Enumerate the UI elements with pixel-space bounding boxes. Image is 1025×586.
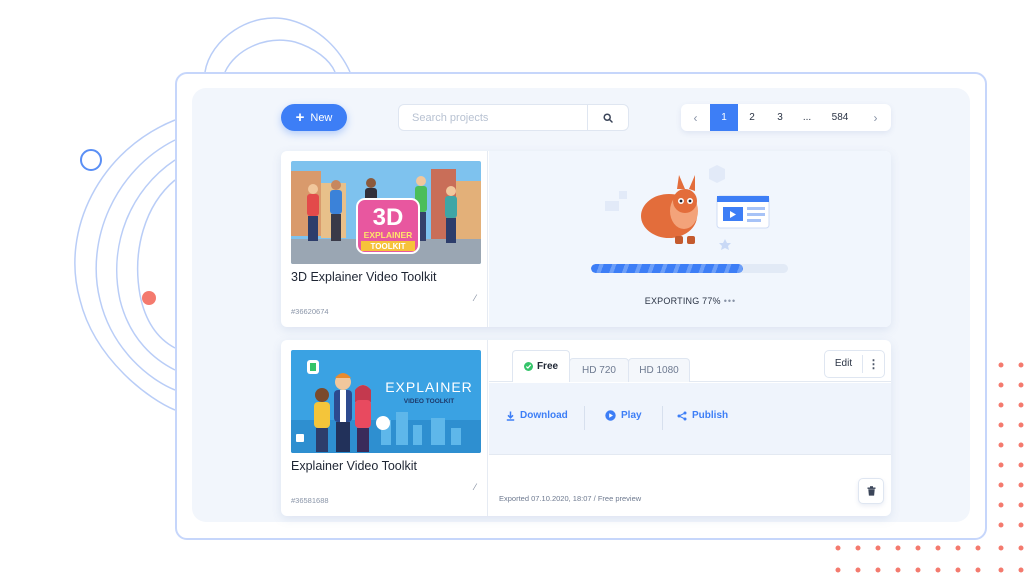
- download-icon: [506, 411, 515, 421]
- export-progress-fill: [591, 264, 743, 273]
- thumbnail-toolkit-text: TOOLKIT: [371, 242, 406, 251]
- export-status-area: EXPORTING 77% •••: [489, 151, 891, 327]
- pagination: ‹ 1 2 3 ... 584 ›: [681, 104, 891, 131]
- page-ellipsis: ...: [802, 112, 812, 123]
- share-icon: [677, 411, 687, 420]
- search-box: [398, 104, 629, 131]
- quality-tabs: Free HD 720 HD 1080 Edit ⋮: [489, 340, 891, 382]
- publish-button[interactable]: Publish: [677, 410, 728, 421]
- new-button-label: New: [310, 111, 333, 124]
- page-button-3[interactable]: 3: [766, 104, 794, 131]
- export-status-text: EXPORTING 77% •••: [489, 296, 891, 306]
- pencil-icon[interactable]: ⁄: [474, 293, 476, 303]
- chevron-left-icon: ‹: [693, 110, 698, 125]
- project-card: 3D EXPLAINER TOOLKIT 3D Explainer Video …: [281, 151, 891, 327]
- pencil-icon[interactable]: ⁄: [474, 482, 476, 492]
- download-button[interactable]: Download: [506, 410, 568, 421]
- project-thumbnail[interactable]: EXPLAINER VIDEO TOOLKIT: [291, 350, 481, 453]
- tab-free-label: Free: [536, 361, 559, 372]
- project-card: EXPLAINER VIDEO TOOLKIT Explainer Video …: [281, 340, 891, 516]
- search-button[interactable]: [587, 105, 628, 130]
- play-icon: [605, 410, 616, 421]
- download-label: Download: [520, 410, 568, 421]
- publish-label: Publish: [692, 410, 729, 421]
- loading-dots-icon: •••: [723, 296, 737, 306]
- new-project-button[interactable]: + New: [281, 104, 347, 131]
- more-vertical-icon[interactable]: ⋮: [863, 358, 884, 370]
- plus-icon: +: [295, 108, 305, 126]
- divider: [662, 406, 663, 430]
- project-title[interactable]: Explainer Video Toolkit: [291, 459, 417, 473]
- exporting-illustration: [605, 165, 770, 250]
- edit-button[interactable]: Edit: [825, 355, 863, 373]
- prev-page-button[interactable]: ‹: [681, 104, 710, 131]
- export-status-label: EXPORTING 77%: [644, 296, 721, 306]
- thumbnail-video-toolkit-text: VIDEO TOOLKIT: [404, 398, 454, 405]
- tab-free[interactable]: Free: [512, 350, 570, 382]
- trash-icon: [867, 486, 875, 496]
- thumbnail-3d-text: 3D: [373, 204, 404, 231]
- project-title[interactable]: 3D Explainer Video Toolkit: [291, 270, 436, 284]
- chevron-right-icon: ›: [873, 110, 878, 125]
- search-input[interactable]: [399, 105, 588, 130]
- export-progress-bar: [591, 264, 788, 273]
- play-label: Play: [621, 410, 642, 421]
- next-page-button[interactable]: ›: [860, 104, 891, 131]
- thumbnail-explainer-text: EXPLAINER: [385, 379, 473, 395]
- export-options-area: Free HD 720 HD 1080 Edit ⋮ Download Play…: [489, 340, 891, 516]
- action-bar: Download Play Publish: [489, 383, 891, 455]
- page-button-584[interactable]: 584: [820, 104, 860, 131]
- tab-hd-720[interactable]: HD 720: [569, 358, 629, 382]
- exported-info: Exported 07.10.2020, 18:07 / Free previe…: [499, 494, 642, 503]
- project-info: 3D EXPLAINER TOOLKIT 3D Explainer Video …: [281, 151, 488, 327]
- page-button-1[interactable]: 1: [710, 104, 738, 131]
- project-thumbnail[interactable]: 3D EXPLAINER TOOLKIT: [291, 161, 481, 264]
- project-id: #36620674: [291, 307, 329, 316]
- tab-hd-1080[interactable]: HD 1080: [628, 358, 690, 382]
- project-id: #36581688: [291, 496, 329, 505]
- edit-button-group: Edit ⋮: [824, 350, 885, 378]
- delete-button[interactable]: [858, 478, 884, 504]
- play-button[interactable]: Play: [605, 410, 642, 421]
- divider: [584, 406, 585, 430]
- page-button-2[interactable]: 2: [738, 104, 766, 131]
- project-info: EXPLAINER VIDEO TOOLKIT Explainer Video …: [281, 340, 488, 516]
- check-icon: [523, 362, 533, 371]
- search-icon: [603, 112, 613, 123]
- thumbnail-explainer-text: EXPLAINER: [364, 230, 413, 240]
